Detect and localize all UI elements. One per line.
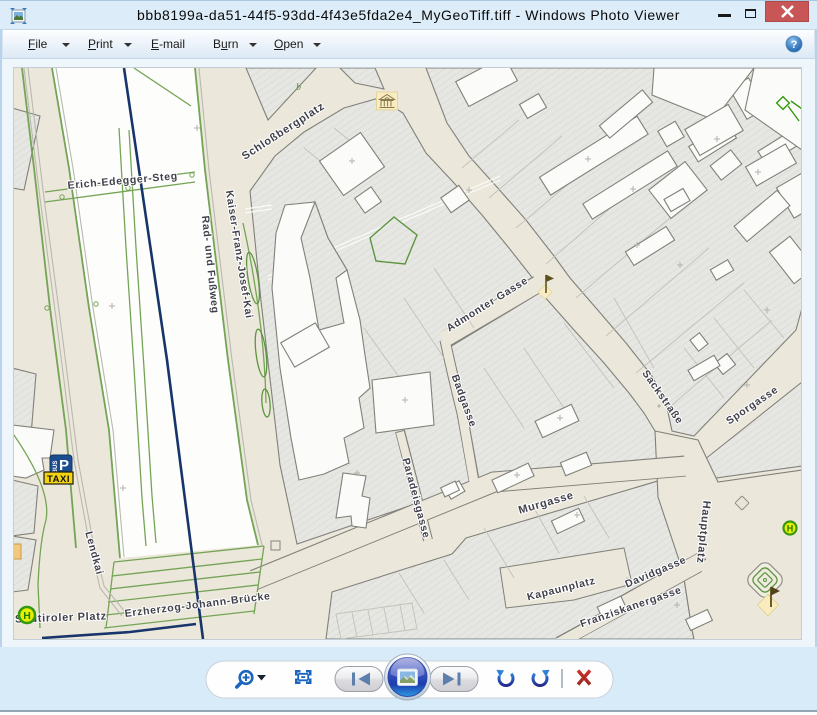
- svg-text:b: b: [296, 82, 301, 93]
- svg-text:TAXI: TAXI: [47, 474, 70, 485]
- svg-text:?: ?: [791, 39, 798, 51]
- svg-text:H: H: [23, 610, 31, 622]
- svg-text:H: H: [787, 524, 794, 534]
- svg-text:Kaiser-Franz-Josef-Kai: Kaiser-Franz-Josef-Kai: [223, 190, 255, 320]
- svg-text:Lendkai: Lendkai: [82, 530, 105, 576]
